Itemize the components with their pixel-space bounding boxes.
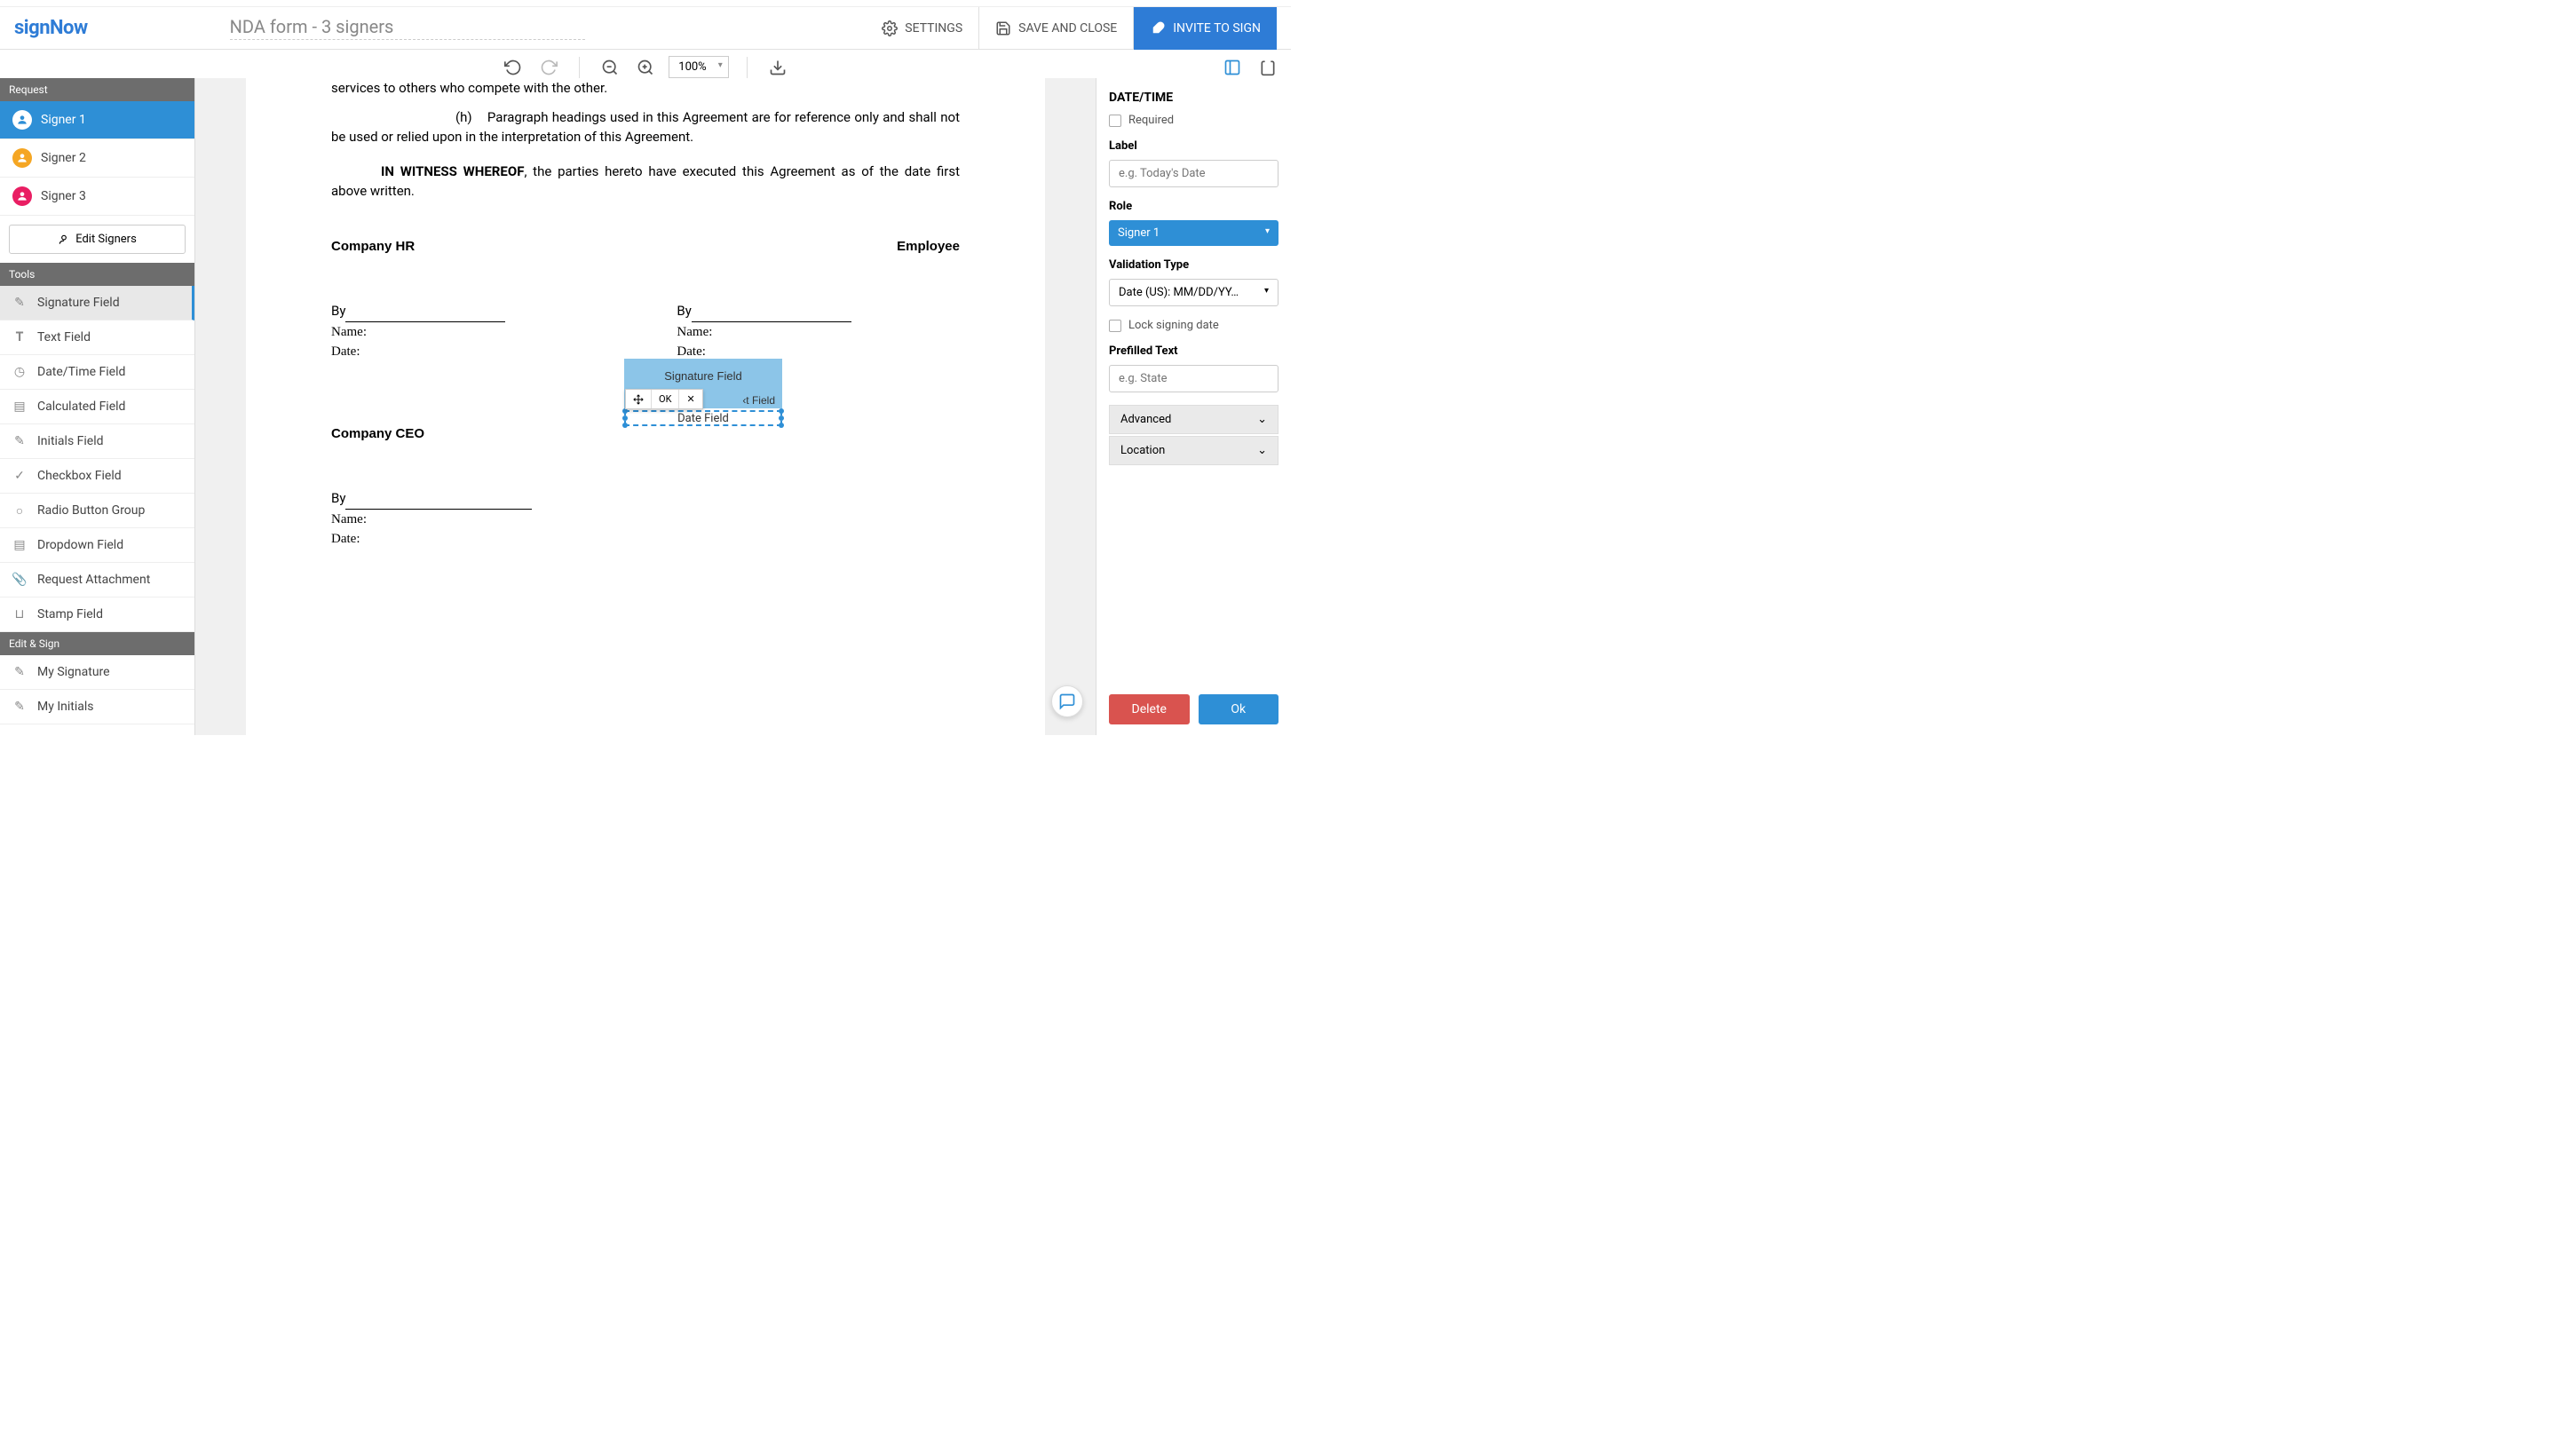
ok-button[interactable]: Ok [1199, 694, 1279, 724]
label-input[interactable] [1109, 160, 1278, 187]
edit-signers-button[interactable]: Edit Signers [9, 225, 186, 254]
delete-button[interactable]: Delete [1109, 694, 1190, 724]
gear-icon [882, 20, 898, 36]
document-title[interactable]: NDA form - 3 signers [230, 16, 585, 40]
tool-my-initials[interactable]: ✎My Initials [0, 690, 194, 724]
name-line: Name: [331, 510, 960, 530]
checkbox-icon [1109, 320, 1121, 332]
tool-signature-field[interactable]: ✎Signature Field [0, 286, 194, 320]
role-select[interactable]: Signer 1 [1109, 220, 1278, 246]
move-icon [633, 394, 644, 405]
by-line: By [331, 488, 960, 510]
role-field-label: Role [1109, 200, 1278, 213]
doc-paragraph: IN WITNESS WHEREOF, the parties hereto h… [331, 162, 960, 202]
label-field-label: Label [1109, 139, 1278, 153]
zoom-select[interactable]: 100% [669, 56, 728, 78]
settings-button[interactable]: SETTINGS [866, 7, 978, 50]
signer-item-2[interactable]: Signer 2 [0, 139, 194, 178]
date-line: Date: [331, 529, 960, 550]
tool-request-attachment[interactable]: 📎Request Attachment [0, 563, 194, 597]
tool-calculated-field[interactable]: ▤Calculated Field [0, 390, 194, 424]
zoom-in-button[interactable] [633, 55, 658, 80]
date-line: Date: [331, 342, 614, 362]
redo-button[interactable] [536, 55, 561, 80]
calculator-icon: ▤ [12, 400, 27, 414]
tool-dropdown-field[interactable]: ▤Dropdown Field [0, 528, 194, 563]
left-sidebar: Request Signer 1 Signer 2 Signer 3 Edit … [0, 78, 195, 735]
save-close-button[interactable]: SAVE AND CLOSE [978, 7, 1134, 50]
field-move-button[interactable] [626, 390, 652, 408]
chat-icon [1058, 692, 1076, 710]
by-line: By [677, 301, 960, 322]
dropdown-icon: ▤ [12, 538, 27, 552]
field-close-button[interactable]: ✕ [679, 390, 701, 408]
download-button[interactable] [765, 55, 790, 80]
chevron-down-icon: ⌄ [1257, 413, 1267, 426]
initials-icon: ✎ [12, 434, 27, 448]
clock-icon: ◷ [12, 365, 27, 379]
signature-icon: ✎ [12, 296, 27, 310]
zoom-out-button[interactable] [598, 55, 622, 80]
doc-paragraph: services to others who compete with the … [331, 78, 960, 99]
tool-my-signature[interactable]: ✎My Signature [0, 655, 194, 690]
validation-field-label: Validation Type [1109, 258, 1278, 272]
app-header: signNow NDA form - 3 signers SETTINGS SA… [0, 7, 1291, 50]
chat-button[interactable] [1051, 685, 1083, 717]
checkbox-icon [1109, 115, 1121, 127]
signature-block-title: Employee [677, 237, 960, 257]
initials-icon: ✎ [12, 700, 27, 714]
prefilled-input[interactable] [1109, 365, 1278, 392]
signature-block-title: Company CEO [331, 424, 960, 445]
tool-datetime-field[interactable]: ◷Date/Time Field [0, 355, 194, 390]
placed-date-field-selected[interactable]: Date Field [624, 410, 782, 426]
signer-item-1[interactable]: Signer 1 [0, 101, 194, 139]
text-icon: 𝐓 [12, 330, 27, 344]
tools-section-header: Tools [0, 263, 194, 286]
check-icon: ✓ [12, 469, 27, 483]
prefilled-field-label: Prefilled Text [1109, 344, 1278, 358]
stamp-icon: ⊔ [12, 607, 27, 621]
person-icon [12, 148, 32, 168]
person-edit-icon [58, 233, 70, 246]
undo-button[interactable] [501, 55, 526, 80]
tool-radio-group[interactable]: ○Radio Button Group [0, 494, 194, 528]
chevron-down-icon: ⌄ [1257, 444, 1267, 457]
radio-icon: ○ [12, 503, 27, 518]
signature-block-title: Company HR [331, 237, 614, 257]
tool-text-field[interactable]: 𝐓Text Field [0, 320, 194, 355]
person-icon [12, 186, 32, 206]
field-mini-toolbar: OK ✕ [625, 389, 703, 409]
name-line: Name: [331, 322, 614, 343]
advanced-accordion[interactable]: Advanced⌄ [1109, 405, 1278, 434]
field-ok-button[interactable]: OK [652, 390, 679, 408]
required-checkbox[interactable]: Required [1109, 114, 1278, 127]
validation-select[interactable]: Date (US): MM/DD/YY… [1109, 279, 1278, 306]
doc-paragraph: (h) Paragraph headings used in this Agre… [331, 107, 960, 147]
lock-signing-checkbox[interactable]: Lock signing date [1109, 319, 1278, 332]
pages-button[interactable] [1255, 55, 1280, 80]
location-accordion[interactable]: Location⌄ [1109, 436, 1278, 465]
attachment-icon: 📎 [12, 573, 27, 587]
signer-item-3[interactable]: Signer 3 [0, 178, 194, 216]
panel-title: DATE/TIME [1096, 78, 1291, 114]
by-line: By [331, 301, 614, 322]
document-canvas[interactable]: services to others who compete with the … [195, 78, 1096, 735]
view-mode-button[interactable] [1220, 55, 1245, 80]
person-icon [12, 110, 32, 130]
invite-to-sign-button[interactable]: INVITE TO SIGN [1134, 7, 1277, 50]
name-line: Name: [677, 322, 960, 343]
tool-stamp-field[interactable]: ⊔Stamp Field [0, 597, 194, 632]
tool-initials-field[interactable]: ✎Initials Field [0, 424, 194, 459]
feather-icon [1150, 20, 1166, 36]
tool-checkbox-field[interactable]: ✓Checkbox Field [0, 459, 194, 494]
edit-sign-section-header: Edit & Sign [0, 632, 194, 655]
save-icon [995, 20, 1011, 36]
placed-signature-field[interactable]: Signature Field [624, 359, 782, 392]
request-section-header: Request [0, 78, 194, 101]
properties-panel: DATE/TIME Required Label Role Signer 1 V… [1096, 78, 1291, 735]
signature-icon: ✎ [12, 665, 27, 679]
logo: signNow [14, 17, 88, 39]
